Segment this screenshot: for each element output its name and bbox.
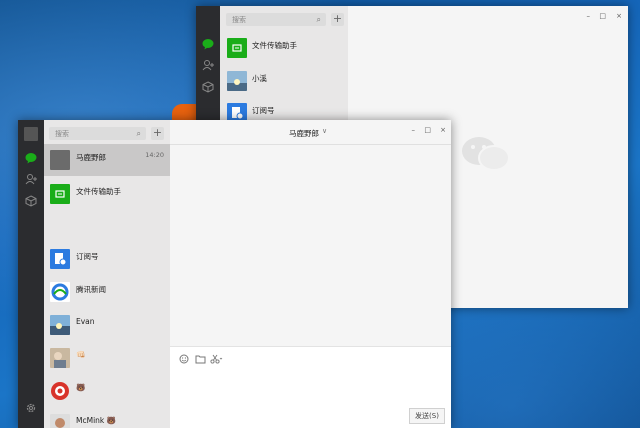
chat-name: 腾讯新闻: [76, 285, 106, 294]
chat-name: Evan: [76, 317, 95, 326]
front-chat-list: 搜索 ⌕ + 马鹿野郎 14:20 文件传输助手 订阅号 腾讯新闻 Evan 👊…: [44, 120, 170, 428]
photo-avatar: [50, 348, 70, 368]
maximize-button[interactable]: □: [599, 12, 606, 20]
chat-name: 文件传输助手: [76, 187, 121, 196]
favorites-cube-icon[interactable]: [25, 195, 37, 207]
search-icon: ⌕: [316, 15, 321, 24]
chevron-down-icon[interactable]: ∨: [322, 127, 327, 135]
contacts-icon[interactable]: [202, 59, 214, 71]
message-area: [170, 145, 451, 346]
subscription-icon: [50, 249, 70, 269]
chat-icon[interactable]: [25, 152, 37, 164]
chat-item-maluyelang[interactable]: 马鹿野郎 14:20: [44, 144, 170, 176]
minimize-button[interactable]: –: [412, 126, 416, 134]
file-transfer-icon: [50, 184, 70, 204]
chat-name: 文件传输助手: [252, 41, 297, 50]
wechat-logo-watermark: [462, 137, 510, 171]
send-button[interactable]: 发送(S): [409, 408, 445, 424]
photo-avatar: [227, 71, 247, 91]
chat-item-bear[interactable]: 🐻: [44, 375, 170, 407]
avatar[interactable]: [24, 127, 38, 141]
search-icon: ⌕: [136, 129, 141, 138]
search-placeholder: 搜索: [55, 130, 69, 138]
chat-item-file-transfer[interactable]: 文件传输助手: [220, 32, 348, 64]
settings-gear-icon[interactable]: [25, 402, 37, 414]
chat-name: 小溪: [252, 74, 267, 83]
close-button[interactable]: ×: [440, 126, 446, 134]
chat-name: 🐻: [76, 383, 86, 392]
chat-item-tencent-news[interactable]: 腾讯新闻: [44, 276, 170, 308]
emoji-icon[interactable]: [179, 354, 189, 364]
wechat-window-front: 搜索 ⌕ + 马鹿野郎 14:20 文件传输助手 订阅号 腾讯新闻 Evan 👊…: [18, 120, 451, 428]
chat-name: McMink 🐻: [76, 416, 116, 425]
chat-item-mcmink[interactable]: McMink 🐻: [44, 408, 170, 428]
chat-title[interactable]: 马鹿野郎: [289, 128, 319, 139]
favorites-cube-icon[interactable]: [202, 81, 214, 93]
chat-item-evan[interactable]: Evan: [44, 309, 170, 341]
close-button[interactable]: ×: [616, 12, 622, 20]
chat-item-xiaoxi[interactable]: 小溪: [220, 65, 348, 97]
chat-item-fist[interactable]: 👊🏻: [44, 342, 170, 374]
front-add-button[interactable]: +: [151, 127, 164, 140]
minimize-button[interactable]: –: [587, 12, 591, 20]
front-sidebar: [18, 120, 44, 428]
file-transfer-icon: [227, 38, 247, 58]
front-chat-area: 马鹿野郎 ∨ – □ × 发送(S): [170, 120, 451, 428]
contacts-icon[interactable]: [25, 173, 37, 185]
search-placeholder: 搜索: [232, 16, 246, 24]
input-area[interactable]: 发送(S): [170, 346, 451, 428]
photo-avatar: [50, 315, 70, 335]
back-search-box[interactable]: 搜索 ⌕: [226, 13, 326, 26]
chat-name: 订阅号: [76, 252, 99, 261]
chat-icon[interactable]: [202, 38, 214, 50]
blurred-avatar: [50, 150, 70, 170]
badge-avatar: [51, 382, 69, 400]
chat-name: 订阅号: [252, 106, 275, 115]
scissors-icon[interactable]: [210, 354, 223, 364]
chat-name: 马鹿野郎: [76, 153, 106, 162]
front-search-box[interactable]: 搜索 ⌕: [49, 127, 146, 140]
photo-avatar: [50, 414, 70, 428]
chat-header: 马鹿野郎 ∨ – □ ×: [170, 120, 451, 145]
tencent-news-icon: [50, 282, 70, 302]
maximize-button[interactable]: □: [424, 126, 431, 134]
chat-name: 👊🏻: [76, 350, 86, 359]
back-add-button[interactable]: +: [331, 13, 344, 26]
chat-item-file-transfer[interactable]: 文件传输助手: [44, 178, 170, 210]
chat-item-subscriptions[interactable]: 订阅号: [44, 243, 170, 275]
folder-icon[interactable]: [195, 354, 206, 364]
chat-time: 14:20: [145, 151, 164, 159]
